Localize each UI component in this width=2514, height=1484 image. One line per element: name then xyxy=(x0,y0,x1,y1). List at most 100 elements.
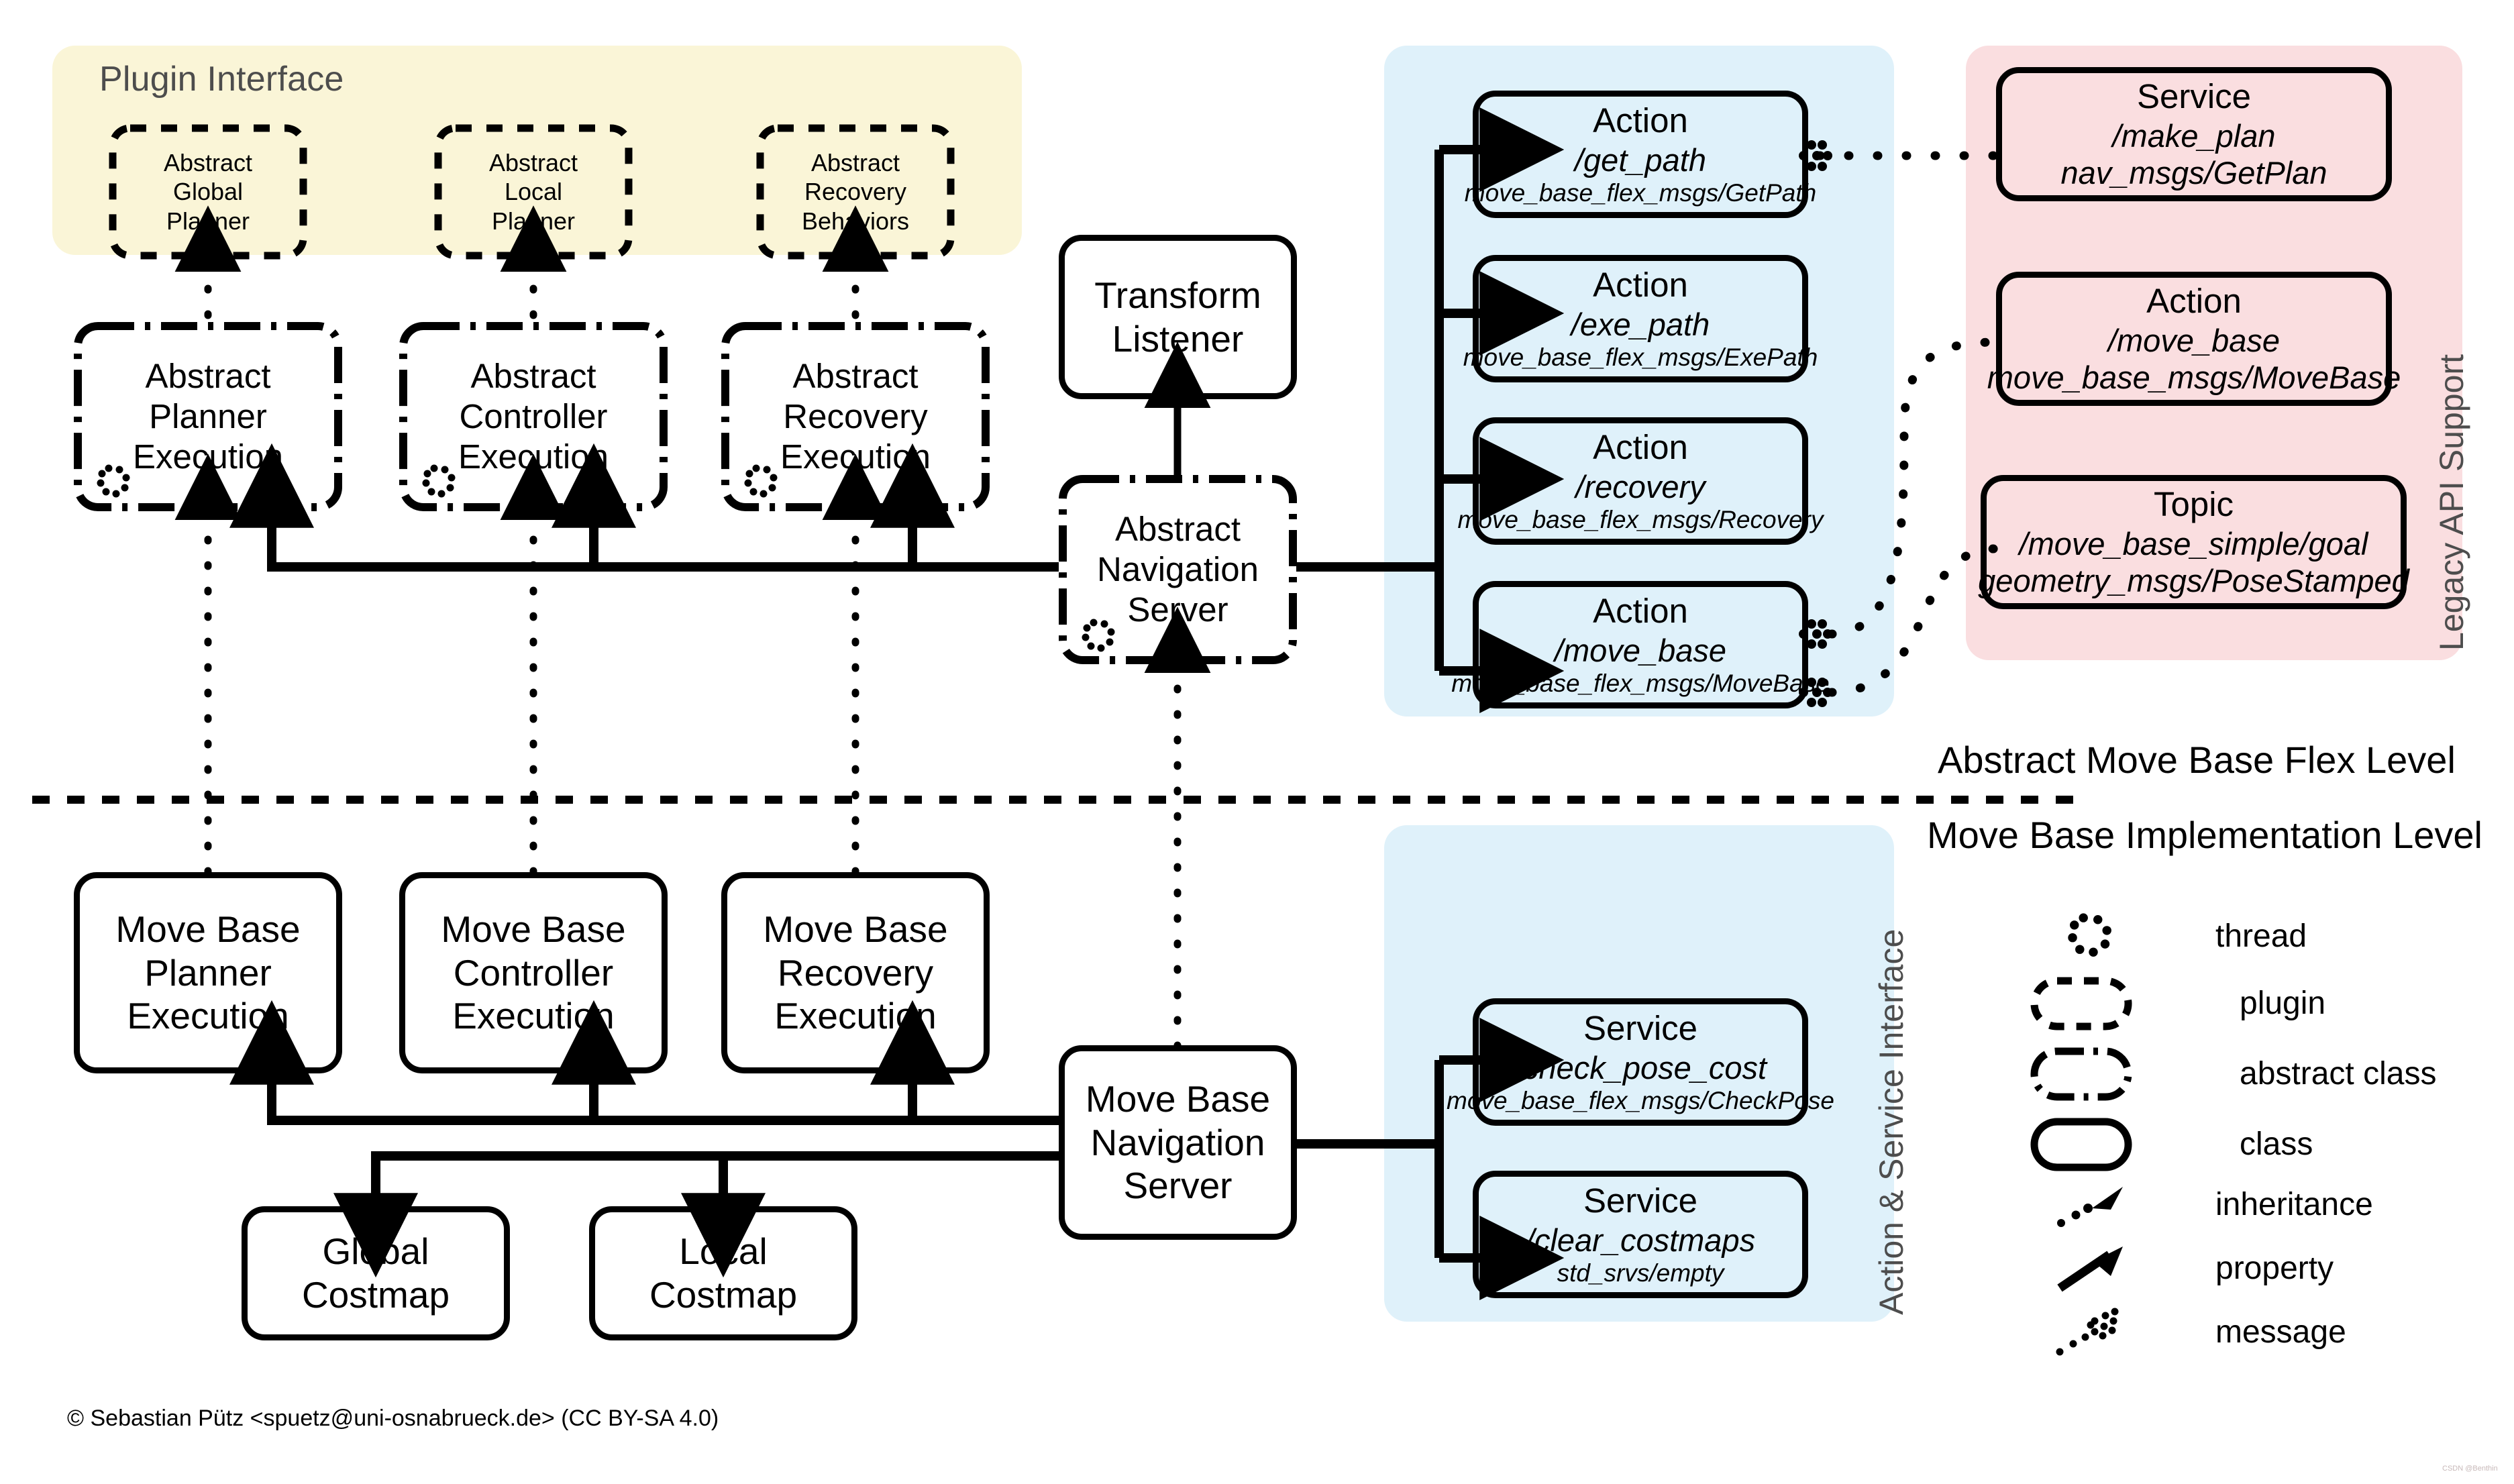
thread-icon xyxy=(2053,912,2134,959)
property-arrow-icon xyxy=(2053,1241,2134,1295)
action-type: move_base_flex_msgs/MoveBase xyxy=(1451,669,1830,697)
plugin-label-line2: Global xyxy=(172,178,244,206)
legend-item-message: message xyxy=(2053,1305,2346,1359)
legacy-action-move-base[interactable]: Action /move_base move_base_msgs/MoveBas… xyxy=(1987,272,2401,406)
service-name: /clear_costmaps xyxy=(1525,1222,1756,1258)
legend-item-abstract-class: abstract class xyxy=(2029,1043,2436,1104)
action-name: /move_base xyxy=(1554,632,1727,668)
legacy-name: /move_base_simple/goal xyxy=(2019,525,2368,562)
costmap-line1: Local xyxy=(679,1230,768,1273)
action-type: move_base_flex_msgs/GetPath xyxy=(1464,178,1817,207)
action-move-base[interactable]: Action /move_base move_base_flex_msgs/Mo… xyxy=(1451,581,1830,708)
copyright-text: © Sebastian Pütz <spuetz@uni-osnabrueck.… xyxy=(67,1406,719,1431)
costmap-line1: Global xyxy=(322,1230,429,1273)
service-clear-costmaps[interactable]: Service /clear_costmaps std_srvs/empty xyxy=(1473,1171,1808,1298)
thread-icon xyxy=(97,464,130,498)
mb-exec-line2: Recovery xyxy=(777,951,934,994)
move-base-navigation-server[interactable]: Move Base Navigation Server xyxy=(1059,1045,1297,1240)
implementation-level-label: Move Base Implementation Level xyxy=(1927,814,2482,856)
abstract-exec-line2: Controller xyxy=(459,396,608,435)
abstract-exec-line3: Execution xyxy=(458,437,609,476)
legacy-topic-move-base-simple-goal[interactable]: Topic /move_base_simple/goal geometry_ms… xyxy=(1978,475,2409,609)
abstract-nav-line3: Server xyxy=(1127,590,1228,629)
legacy-service-make-plan[interactable]: Service /make_plan nav_msgs/GetPlan xyxy=(1996,67,2392,201)
legacy-type: move_base_msgs/MoveBase xyxy=(1987,360,2401,396)
service-type: std_srvs/empty xyxy=(1557,1259,1724,1287)
service-name: /check_pose_cost xyxy=(1514,1049,1767,1085)
abstract-exec-line3: Execution xyxy=(133,437,283,476)
action-kind: Action xyxy=(1593,592,1688,631)
legacy-kind: Service xyxy=(2136,77,2252,116)
action-get-path[interactable]: Action /get_path move_base_flex_msgs/Get… xyxy=(1465,91,1816,218)
move-base-controller-execution[interactable]: Move Base Controller Execution xyxy=(399,872,668,1073)
action-name: /recovery xyxy=(1575,468,1706,505)
mb-exec-line2: Planner xyxy=(144,951,272,994)
plugin-abstract-recovery-behaviors[interactable]: Abstract Recovery Behaviors xyxy=(756,124,955,260)
mb-nav-line2: Navigation xyxy=(1090,1121,1265,1163)
abstract-class-icon xyxy=(2029,1043,2134,1104)
legend-label: property xyxy=(2215,1250,2334,1286)
mb-exec-line3: Execution xyxy=(127,995,289,1037)
action-kind: Action xyxy=(1593,101,1688,140)
plugin-label-line3: Planner xyxy=(166,207,250,235)
abstract-navigation-server[interactable]: Abstract Navigation Server xyxy=(1059,475,1297,664)
abstract-controller-execution[interactable]: Abstract Controller Execution xyxy=(399,322,668,511)
global-costmap[interactable]: Global Costmap xyxy=(242,1206,510,1340)
action-type: move_base_flex_msgs/Recovery xyxy=(1457,505,1824,533)
action-name: /get_path xyxy=(1574,142,1706,178)
action-kind: Action xyxy=(1593,266,1688,305)
legend-item-inheritance: inheritance xyxy=(2053,1177,2373,1231)
action-type: move_base_flex_msgs/ExePath xyxy=(1463,343,1818,371)
mb-nav-line1: Move Base xyxy=(1085,1077,1271,1120)
legend-label: inheritance xyxy=(2215,1186,2373,1222)
mb-exec-line2: Controller xyxy=(453,951,614,994)
service-type: move_base_flex_msgs/CheckPose xyxy=(1447,1086,1834,1114)
plugin-label-line2: Local xyxy=(504,178,563,206)
abstract-recovery-execution[interactable]: Abstract Recovery Execution xyxy=(721,322,990,511)
legend-item-thread: thread xyxy=(2053,912,2307,959)
abstract-exec-line2: Planner xyxy=(149,396,267,435)
abstract-level-label: Abstract Move Base Flex Level xyxy=(1938,739,2456,781)
abstract-exec-line1: Abstract xyxy=(470,356,596,395)
local-costmap[interactable]: Local Costmap xyxy=(589,1206,857,1340)
class-icon xyxy=(2029,1114,2134,1174)
legacy-kind: Action xyxy=(2146,282,2242,321)
abstract-exec-line1: Abstract xyxy=(792,356,919,395)
thread-icon xyxy=(422,464,456,498)
message-arrow-icon xyxy=(2053,1305,2134,1359)
legacy-name: /move_base xyxy=(2107,322,2281,358)
plugin-interface-title: Plugin Interface xyxy=(99,60,344,99)
diagram-canvas: Plugin Interface Action & Service Interf… xyxy=(0,0,2514,1484)
abstract-planner-execution[interactable]: Abstract Planner Execution xyxy=(74,322,342,511)
action-recovery[interactable]: Action /recovery move_base_flex_msgs/Rec… xyxy=(1458,417,1824,545)
plugin-icon xyxy=(2029,973,2134,1033)
action-exe-path[interactable]: Action /exe_path move_base_flex_msgs/Exe… xyxy=(1463,255,1818,382)
transform-listener-line2: Listener xyxy=(1112,317,1244,360)
service-check-pose-cost[interactable]: Service /check_pose_cost move_base_flex_… xyxy=(1447,998,1834,1126)
costmap-line2: Costmap xyxy=(301,1274,450,1316)
legacy-type: nav_msgs/GetPlan xyxy=(2060,155,2327,191)
plugin-label-line2: Recovery xyxy=(804,178,907,206)
transform-listener-node[interactable]: Transform Listener xyxy=(1059,235,1297,399)
service-kind: Service xyxy=(1583,1009,1698,1048)
abstract-exec-line1: Abstract xyxy=(145,356,271,395)
abstract-exec-line3: Execution xyxy=(780,437,931,476)
move-base-planner-execution[interactable]: Move Base Planner Execution xyxy=(74,872,342,1073)
abstract-nav-line1: Abstract xyxy=(1114,509,1241,548)
mb-exec-line3: Execution xyxy=(774,995,937,1037)
service-kind: Service xyxy=(1583,1181,1698,1220)
move-base-recovery-execution[interactable]: Move Base Recovery Execution xyxy=(721,872,990,1073)
abstract-exec-line2: Recovery xyxy=(783,396,928,435)
plugin-abstract-local-planner[interactable]: Abstract Local Planner xyxy=(434,124,633,260)
action-kind: Action xyxy=(1593,428,1688,467)
legacy-api-support-label: Legacy API Support xyxy=(2433,354,2470,651)
plugin-label-line1: Abstract xyxy=(163,149,253,177)
legacy-kind: Topic xyxy=(2153,485,2234,524)
action-name: /exe_path xyxy=(1571,306,1710,342)
thread-icon xyxy=(744,464,778,498)
plugin-label-line3: Behaviors xyxy=(801,207,910,235)
watermark-text: CSDN @Benthin xyxy=(2442,1465,2498,1473)
thread-icon xyxy=(1082,619,1115,652)
plugin-abstract-global-planner[interactable]: Abstract Global Planner xyxy=(109,124,307,260)
inheritance-arrow-icon xyxy=(2053,1177,2134,1231)
